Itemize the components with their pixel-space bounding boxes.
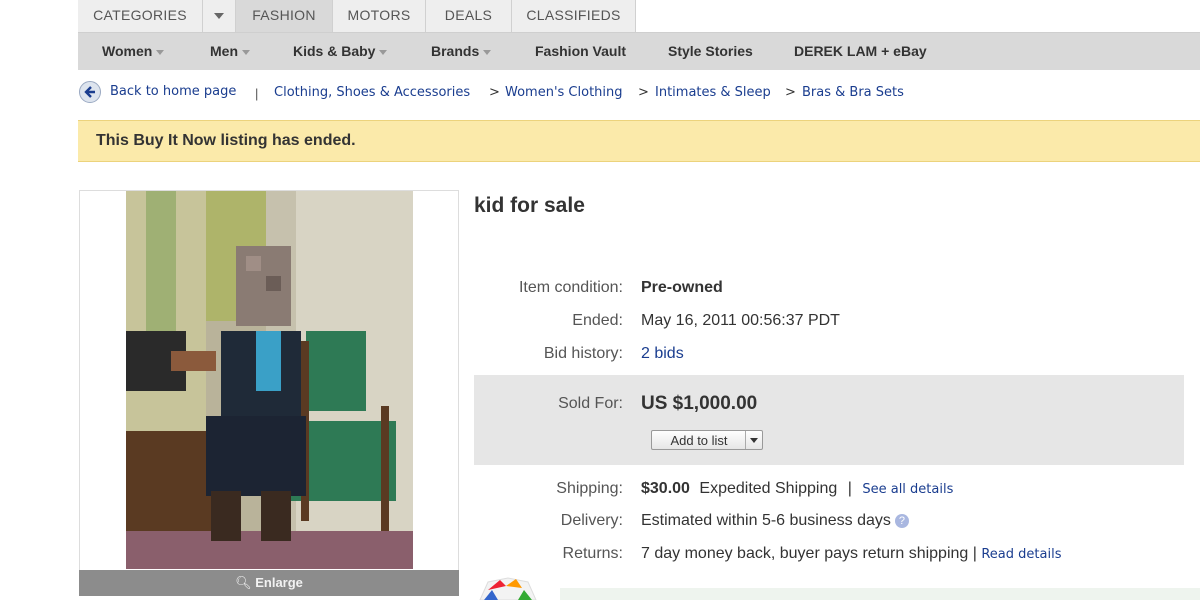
bid-history-label: Bid history: bbox=[543, 345, 623, 362]
delivery-label: Delivery: bbox=[560, 512, 623, 529]
back-to-home-link[interactable]: Back to home page bbox=[110, 84, 236, 99]
returns-value: 7 day money back, buyer pays return ship… bbox=[641, 545, 977, 562]
tab-categories[interactable]: CATEGORIES bbox=[78, 0, 203, 32]
add-to-list-label: Add to list bbox=[670, 433, 728, 448]
returns-info: 7 day money back, buyer pays return ship… bbox=[641, 545, 1061, 563]
nav-men[interactable]: Men bbox=[210, 33, 250, 70]
nav-style-stories[interactable]: Style Stories bbox=[668, 33, 753, 70]
tab-deals[interactable]: DEALS bbox=[426, 0, 512, 32]
listing-ended-banner: This Buy It Now listing has ended. bbox=[78, 120, 1200, 162]
breadcrumb-arrow: > bbox=[489, 85, 500, 100]
shipping-separator: | bbox=[847, 480, 852, 497]
breadcrumb-arrow: > bbox=[638, 85, 649, 100]
breadcrumb-bras[interactable]: Bras & Bra Sets bbox=[802, 85, 904, 100]
returns-label: Returns: bbox=[562, 545, 623, 562]
breadcrumb-womens-clothing[interactable]: Women's Clothing bbox=[505, 85, 623, 100]
chevron-down-icon bbox=[483, 49, 492, 55]
shipping-method: Expedited Shipping bbox=[699, 480, 838, 497]
nav-kids-baby-label: Kids & Baby bbox=[293, 43, 376, 59]
categories-dropdown-button[interactable] bbox=[203, 0, 236, 32]
ended-label: Ended: bbox=[572, 312, 623, 329]
nav-derek-lam[interactable]: DEREK LAM + eBay bbox=[794, 33, 927, 70]
seller-badge-icon bbox=[478, 576, 556, 601]
delivery-info: Estimated within 5-6 business days? bbox=[641, 512, 909, 530]
help-icon[interactable]: ? bbox=[894, 514, 909, 528]
tab-classifieds[interactable]: CLASSIFIEDS bbox=[512, 0, 636, 32]
sold-for-panel bbox=[474, 375, 1184, 465]
add-to-list-button[interactable]: Add to list bbox=[651, 430, 763, 450]
breadcrumb-clothing[interactable]: Clothing, Shoes & Accessories bbox=[274, 85, 470, 100]
condition-value: Pre-owned bbox=[641, 279, 723, 296]
condition-label: Item condition: bbox=[518, 279, 623, 296]
chevron-down-icon bbox=[214, 13, 224, 20]
shipping-info: $30.00 Expedited Shipping | See all deta… bbox=[641, 480, 953, 498]
nav-brands[interactable]: Brands bbox=[431, 33, 492, 70]
item-photo[interactable] bbox=[126, 191, 413, 569]
chevron-down-icon[interactable] bbox=[745, 431, 762, 449]
shipping-label: Shipping: bbox=[556, 480, 623, 497]
ended-value: May 16, 2011 00:56:37 PDT bbox=[641, 312, 840, 329]
chevron-down-icon bbox=[379, 49, 388, 55]
tab-fashion[interactable]: FASHION bbox=[236, 0, 333, 32]
back-arrow-icon[interactable] bbox=[79, 81, 101, 103]
magnifier-icon: 🔍︎ bbox=[235, 575, 252, 590]
nav-fashion-vault[interactable]: Fashion Vault bbox=[535, 33, 626, 70]
nav-kids-baby[interactable]: Kids & Baby bbox=[293, 33, 388, 70]
bid-history-link[interactable]: 2 bids bbox=[641, 345, 684, 363]
nav-brands-label: Brands bbox=[431, 43, 480, 59]
nav-women[interactable]: Women bbox=[102, 33, 165, 70]
top-tab-bar: CATEGORIES FASHION MOTORS DEALS CLASSIFI… bbox=[78, 0, 1200, 32]
nav-women-label: Women bbox=[102, 43, 153, 59]
seller-info-strip bbox=[560, 588, 1200, 600]
see-all-details-link[interactable]: See all details bbox=[862, 482, 953, 497]
enlarge-button[interactable]: 🔍︎ Enlarge bbox=[79, 570, 459, 596]
category-nav-bar: Women Men Kids & Baby Brands Fashion Vau… bbox=[78, 32, 1200, 70]
chevron-down-icon bbox=[242, 49, 250, 55]
listing-ended-text: This Buy It Now listing has ended. bbox=[96, 132, 356, 149]
item-title: kid for sale bbox=[474, 194, 585, 217]
chevron-down-icon bbox=[156, 49, 165, 55]
nav-men-label: Men bbox=[210, 43, 238, 59]
breadcrumb-separator: | bbox=[255, 86, 259, 101]
delivery-value: Estimated within 5-6 business days bbox=[641, 512, 891, 529]
enlarge-label: Enlarge bbox=[255, 575, 303, 590]
tab-motors[interactable]: MOTORS bbox=[333, 0, 426, 32]
breadcrumb-arrow: > bbox=[785, 85, 796, 100]
sold-price: US $1,000.00 bbox=[641, 393, 758, 414]
breadcrumb-intimates[interactable]: Intimates & Sleep bbox=[655, 85, 771, 100]
shipping-price: $30.00 bbox=[641, 480, 690, 497]
read-details-link[interactable]: Read details bbox=[981, 547, 1061, 562]
sold-for-label: Sold For: bbox=[558, 395, 623, 412]
